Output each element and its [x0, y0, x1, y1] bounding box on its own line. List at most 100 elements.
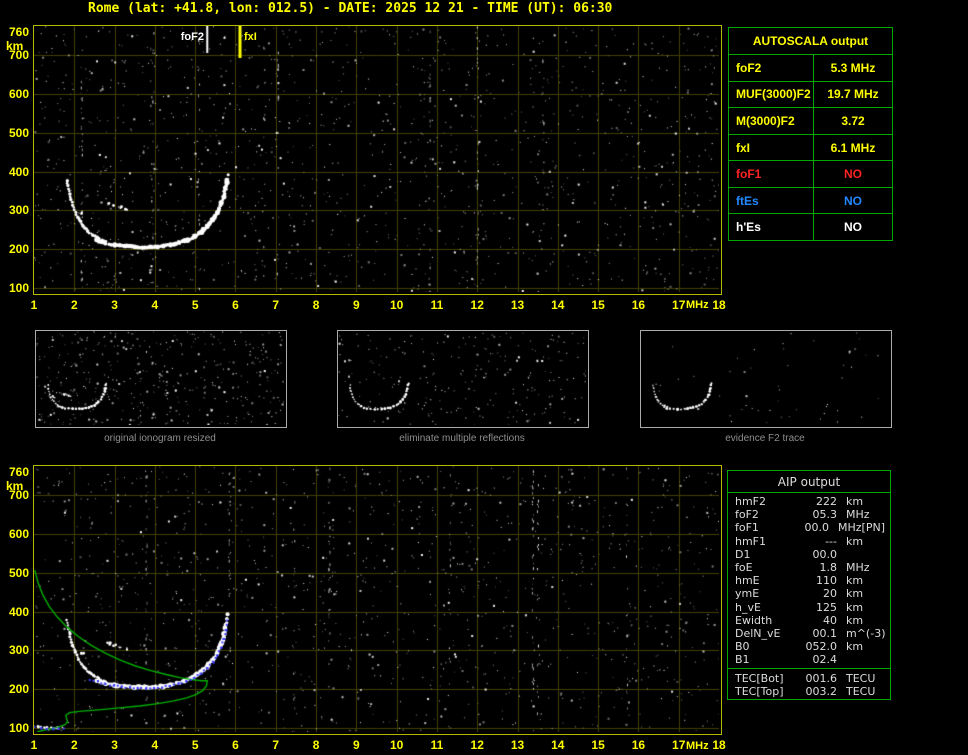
- x-tick-label: 2: [70, 738, 78, 752]
- aip-param: foE: [735, 561, 753, 575]
- x-tick-label: 3: [111, 298, 118, 312]
- aip-param: hmF1: [735, 534, 767, 548]
- x-tick-label: 1: [30, 738, 38, 752]
- aip-row-DelNvE: DelN_vE 00.1 m^(-3): [728, 627, 890, 640]
- aip-param: hmF2: [735, 495, 767, 509]
- y-tick-label: 400: [8, 604, 29, 619]
- aip-unit: km: [846, 600, 864, 614]
- x-tick-label: 7: [272, 298, 280, 312]
- x-tick-label: 6: [232, 298, 239, 312]
- aip-param: TEC[Top]: [735, 685, 784, 699]
- x-tick-label: 7: [272, 738, 280, 752]
- aip-param: h_vE: [735, 600, 761, 614]
- aip-value: 40: [823, 613, 837, 627]
- aip-unit: km: [846, 574, 864, 588]
- x-tick-label: 1: [30, 298, 38, 312]
- aip-row-B0: B0 052.0 km: [728, 640, 890, 653]
- param-label: foF1: [736, 167, 762, 182]
- x-tick-label: 5: [191, 298, 199, 312]
- aip-value: 052.0: [805, 640, 838, 654]
- y-tick-label: 600: [8, 526, 29, 541]
- main-plot-x-unit-label: MHz: [686, 299, 709, 311]
- x-tick-label: 4: [151, 298, 159, 312]
- aip-unit: km: [846, 495, 864, 509]
- y-tick-label: 760: [8, 464, 29, 479]
- x-tick-label: 15: [591, 298, 605, 312]
- y-tick-label: 300: [8, 203, 29, 218]
- x-tick-label: 13: [510, 298, 525, 312]
- x-tick-label: 17: [672, 298, 686, 312]
- y-tick-label: 500: [8, 565, 29, 580]
- param-label: fxI: [736, 140, 751, 155]
- profile-ionogram-plot: [33, 465, 722, 735]
- autoscala-table-title: AUTOSCALA output: [729, 28, 892, 55]
- x-tick-label: 12: [470, 298, 484, 312]
- aip-param: Ewidth: [735, 613, 773, 627]
- y-tick-label: 300: [8, 643, 29, 658]
- x-tick-label: 3: [111, 738, 118, 752]
- x-tick-label: 14: [551, 738, 565, 752]
- aip-table-rows: hmF2 222 km foF2 05.3 MHz foF1 00.0 MHz [PN] hmF1-…: [728, 493, 890, 668]
- aip-output-table: AIP output hmF2 222 km foF2 05.3 MHz foF1 00.0 M…: [727, 470, 891, 700]
- autoscala-row-hEs: h'Es NO: [729, 213, 892, 241]
- x-tick-label: 16: [631, 738, 646, 752]
- profile-plot-x-unit-label: MHz: [686, 740, 709, 752]
- aip-unit: MHz: [846, 508, 870, 522]
- caption-evidence-f2: evidence F2 trace: [725, 433, 805, 444]
- aip-row-hvE: h_vE 125 km: [728, 601, 890, 614]
- main-ionogram-plot: [33, 25, 722, 295]
- x-tick-label: 15: [591, 738, 605, 752]
- aip-value: 00.0: [804, 521, 830, 535]
- x-tick-label: 16: [631, 298, 646, 312]
- aip-row-B1: B1 02.4: [728, 653, 890, 666]
- aip-unit: km: [846, 613, 864, 627]
- y-tick-label: 200: [8, 682, 29, 697]
- x-tick-label: 17: [672, 738, 686, 752]
- param-label: MUF(3000)F2: [736, 87, 811, 102]
- x-tick-label: 10: [389, 738, 404, 752]
- aip-value: 001.6: [805, 671, 838, 685]
- param-value: NO: [813, 187, 892, 214]
- param-value: NO: [813, 214, 892, 241]
- x-tick-label: 9: [353, 298, 360, 312]
- panel-original-canvas: [36, 331, 284, 425]
- profile-ionogram-canvas: [34, 466, 719, 732]
- aip-row-TECBot: TEC[Bot] 001.6 TECU: [728, 671, 890, 685]
- aip-unit: km: [846, 534, 864, 548]
- panel-original-ionogram: [35, 330, 287, 428]
- param-value: NO: [813, 161, 892, 187]
- aip-value: ---: [825, 534, 837, 548]
- autoscala-output-table: AUTOSCALA output foF2 5.3 MHz MUF(3000)F2 1…: [728, 27, 893, 241]
- x-tick-label: 12: [470, 738, 484, 752]
- aip-param: TEC[Bot]: [735, 671, 784, 685]
- aip-row-foE: foE 1.8 MHz: [728, 561, 890, 574]
- aip-row-D1: D1 00.0: [728, 548, 890, 561]
- panel-evidence-canvas: [641, 331, 889, 425]
- y-tick-label: 100: [8, 721, 29, 736]
- aip-param: foF1: [735, 521, 759, 535]
- aip-row-ymE: ymE 20 km: [728, 587, 890, 600]
- aip-unit: MHz: [838, 521, 862, 535]
- autoscala-screen: Rome (lat: +41.8, lon: 012.5) - DATE: 20…: [0, 0, 968, 755]
- aip-param: ymE: [735, 587, 760, 601]
- y-tick-label: 760: [8, 24, 29, 39]
- main-ionogram-canvas: [34, 26, 719, 292]
- param-label: h'Es: [736, 220, 761, 235]
- param-label: M(3000)F2: [736, 113, 795, 128]
- param-label: foF2: [736, 60, 762, 75]
- caption-original-ionogram: original ionogram resized: [104, 433, 216, 444]
- aip-unit: m^(-3): [846, 626, 886, 640]
- x-tick-label: 8: [312, 738, 320, 752]
- x-tick-label: 18: [712, 298, 726, 312]
- x-tick-label: 14: [551, 298, 565, 312]
- x-tick-label: 10: [389, 298, 404, 312]
- profile-plot-y-unit-label: km: [6, 479, 24, 493]
- autoscala-row-fxI: fxI 6.1 MHz: [729, 133, 892, 161]
- aip-param: hmE: [735, 574, 760, 588]
- aip-param: B1: [735, 653, 750, 667]
- aip-note: [PN]: [861, 521, 885, 535]
- x-tick-label: 6: [232, 738, 239, 752]
- x-tick-label: 11: [430, 298, 444, 312]
- x-tick-label: 2: [70, 298, 78, 312]
- panel-eliminate-reflections: [337, 330, 589, 428]
